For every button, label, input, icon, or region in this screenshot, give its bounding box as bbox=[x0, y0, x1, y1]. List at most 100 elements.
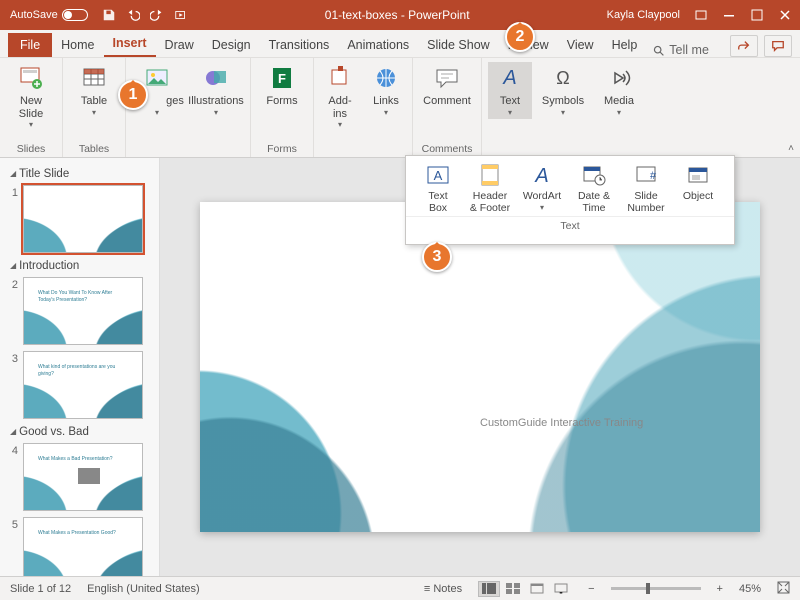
collapse-ribbon-icon[interactable]: ˄ bbox=[788, 143, 794, 154]
slide-thumbnails-panel[interactable]: Title Slide 1 Introduction 2 What Do You… bbox=[0, 158, 160, 576]
tab-transitions[interactable]: Transitions bbox=[260, 33, 339, 57]
tab-animations[interactable]: Animations bbox=[338, 33, 418, 57]
status-bar: Slide 1 of 12 English (United States) ≡ … bbox=[0, 576, 800, 600]
svg-text:A: A bbox=[502, 67, 516, 89]
comment-button[interactable]: Comment bbox=[419, 62, 475, 110]
symbols-button[interactable]: Ω Symbols▾ bbox=[538, 62, 588, 119]
new-slide-button[interactable]: New Slide▾ bbox=[6, 62, 56, 131]
addins-icon bbox=[326, 64, 354, 92]
svg-text:F: F bbox=[278, 71, 286, 86]
reading-view-icon[interactable] bbox=[526, 581, 548, 597]
tab-help[interactable]: Help bbox=[603, 33, 647, 57]
autosave-toggle[interactable]: AutoSave bbox=[10, 9, 88, 21]
tab-slideshow[interactable]: Slide Show bbox=[418, 33, 499, 57]
text-icon: A bbox=[496, 64, 524, 92]
text-dropdown-button[interactable]: A Text▾ bbox=[488, 62, 532, 119]
text-group-label: Text bbox=[406, 216, 734, 235]
media-button[interactable]: Media▾ bbox=[594, 62, 644, 119]
group-tables-label: Tables bbox=[79, 141, 109, 155]
group-slides-label: Slides bbox=[17, 141, 46, 155]
thumbnail-1[interactable] bbox=[23, 185, 143, 253]
maximize-icon[interactable] bbox=[750, 8, 764, 22]
svg-text:#: # bbox=[650, 170, 657, 182]
slide-number-button[interactable]: # Slide Number bbox=[620, 160, 672, 216]
new-slide-icon bbox=[17, 64, 45, 92]
illustrations-icon bbox=[202, 64, 230, 92]
illustrations-button[interactable]: Illustrations▾ bbox=[188, 62, 244, 119]
slideshow-view-icon[interactable] bbox=[550, 581, 572, 597]
tell-me[interactable]: Tell me bbox=[652, 43, 709, 57]
section-introduction[interactable]: Introduction bbox=[0, 256, 159, 274]
table-icon bbox=[80, 64, 108, 92]
slide-number-icon: # bbox=[633, 162, 659, 188]
zoom-level[interactable]: 45% bbox=[739, 583, 761, 595]
callout-3: 3 bbox=[422, 242, 452, 272]
date-time-icon bbox=[581, 162, 607, 188]
search-icon bbox=[652, 44, 665, 57]
tab-view[interactable]: View bbox=[558, 33, 603, 57]
ribbon-display-icon[interactable] bbox=[694, 8, 708, 22]
autosave-label: AutoSave bbox=[10, 9, 58, 21]
notes-button[interactable]: ≡ Notes bbox=[424, 583, 462, 595]
tab-home[interactable]: Home bbox=[52, 33, 103, 57]
toggle-off-icon bbox=[62, 9, 88, 21]
slide-footer-text: CustomGuide Interactive Training bbox=[480, 417, 643, 429]
zoom-slider[interactable] bbox=[611, 587, 701, 590]
date-time-button[interactable]: Date & Time bbox=[568, 160, 620, 216]
comments-button[interactable] bbox=[764, 35, 792, 57]
close-icon[interactable] bbox=[778, 8, 792, 22]
tab-draw[interactable]: Draw bbox=[156, 33, 203, 57]
svg-text:A: A bbox=[434, 168, 443, 183]
save-icon[interactable] bbox=[102, 8, 116, 22]
group-comments-label: Comments bbox=[422, 141, 473, 155]
text-dropdown-panel: A Text Box Header & Footer A WordArt▾ Da… bbox=[405, 155, 735, 245]
start-from-beginning-icon[interactable] bbox=[174, 8, 188, 22]
share-button[interactable] bbox=[730, 35, 758, 57]
text-box-button[interactable]: A Text Box bbox=[412, 160, 464, 216]
forms-icon: F bbox=[268, 64, 296, 92]
group-forms-label: Forms bbox=[267, 141, 297, 155]
ribbon: New Slide▾ Slides Table▾ Tables Imagesge… bbox=[0, 58, 800, 158]
links-button[interactable]: Links▾ bbox=[366, 62, 406, 119]
quick-access-toolbar bbox=[102, 8, 188, 22]
text-box-icon: A bbox=[425, 162, 451, 188]
user-name[interactable]: Kayla Claypool bbox=[607, 9, 680, 21]
minimize-icon[interactable] bbox=[722, 8, 736, 22]
tab-file[interactable]: File bbox=[8, 33, 52, 57]
header-footer-button[interactable]: Header & Footer bbox=[464, 160, 516, 216]
media-icon bbox=[605, 64, 633, 92]
images-icon bbox=[143, 64, 171, 92]
language-status[interactable]: English (United States) bbox=[87, 583, 200, 595]
table-button[interactable]: Table▾ bbox=[69, 62, 119, 119]
redo-icon[interactable] bbox=[150, 8, 164, 22]
tab-design[interactable]: Design bbox=[203, 33, 260, 57]
slide-canvas[interactable]: CustomGuide Interactive Training bbox=[200, 202, 760, 532]
normal-view-icon[interactable] bbox=[478, 581, 500, 597]
zoom-in-button[interactable]: + bbox=[717, 583, 723, 595]
object-button[interactable]: Object bbox=[672, 160, 724, 216]
zoom-out-button[interactable]: − bbox=[588, 583, 594, 595]
forms-button[interactable]: F Forms bbox=[257, 62, 307, 110]
svg-text:A: A bbox=[534, 165, 548, 187]
section-good-vs-bad[interactable]: Good vs. Bad bbox=[0, 422, 159, 440]
thumbnail-2[interactable]: What Do You Want To Know After Today's P… bbox=[23, 277, 143, 345]
title-bar: AutoSave 01-text-boxes - PowerPoint Kayl… bbox=[0, 0, 800, 30]
callout-1: 1 bbox=[118, 80, 148, 110]
slide-counter[interactable]: Slide 1 of 12 bbox=[10, 583, 71, 595]
tab-insert[interactable]: Insert bbox=[104, 31, 156, 57]
slide-sorter-icon[interactable] bbox=[502, 581, 524, 597]
wordart-icon: A bbox=[529, 162, 555, 188]
thumbnail-3[interactable]: What kind of presentations are you givin… bbox=[23, 351, 143, 419]
view-buttons bbox=[478, 581, 572, 597]
links-icon bbox=[372, 64, 400, 92]
symbols-icon: Ω bbox=[549, 64, 577, 92]
ribbon-tabs: File Home Insert Draw Design Transitions… bbox=[0, 30, 800, 58]
thumbnail-4[interactable]: What Makes a Bad Presentation? bbox=[23, 443, 143, 511]
thumbnail-5[interactable]: What Makes a Presentation Good? bbox=[23, 517, 143, 576]
header-footer-icon bbox=[477, 162, 503, 188]
undo-icon[interactable] bbox=[126, 8, 140, 22]
wordart-button[interactable]: A WordArt▾ bbox=[516, 160, 568, 216]
section-title-slide[interactable]: Title Slide bbox=[0, 164, 159, 182]
fit-to-window-icon[interactable] bbox=[777, 581, 790, 597]
addins-button[interactable]: Add- ins▾ bbox=[320, 62, 360, 131]
